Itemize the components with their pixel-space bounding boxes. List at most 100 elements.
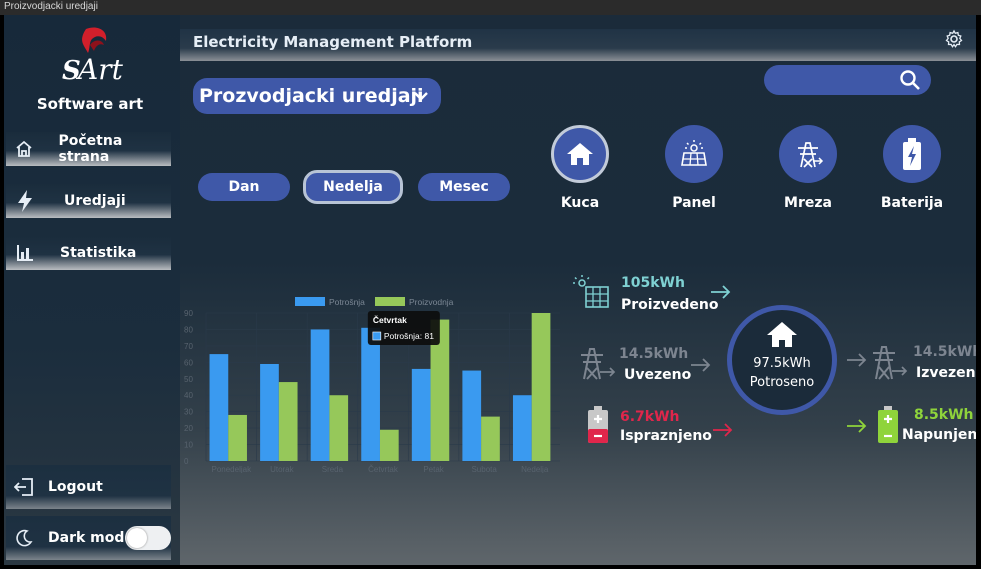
bar-potrošnja [361, 327, 380, 461]
power-tower-icon [581, 348, 616, 380]
sidebar-item-label: Početna strana [58, 133, 123, 165]
period-label: Dan [228, 179, 260, 195]
bar-potrošnja [310, 329, 330, 461]
mode-panel-button[interactable]: Panel [654, 125, 734, 211]
power-tower-icon [873, 346, 908, 380]
arrow-right-icon [847, 419, 867, 433]
energy-bar-chart: Potrošnja Proizvodnja 0 10 20 30 40 50 60 70 80 90 P… [184, 297, 560, 473]
mode-kuca-button[interactable]: Kuca [540, 125, 620, 211]
napunjeno-label: Napunjeno [902, 427, 976, 443]
house-icon [551, 125, 609, 183]
sidebar-item-pocetna-strana[interactable]: Početna strana [6, 132, 171, 166]
svg-text:Art: Art [75, 53, 124, 86]
period-mesec-button[interactable]: Mesec [418, 173, 510, 201]
dark-mode-toggle[interactable] [125, 526, 171, 550]
sidebar-item-label: Statistika [60, 245, 137, 261]
solar-panel-icon [665, 125, 723, 183]
bar-proizvodnja [379, 429, 399, 461]
tooltip-title: Četvrtak [373, 314, 407, 325]
x-tick-label: Četvrtak [368, 465, 399, 473]
x-tick-label: Utorak [270, 465, 295, 473]
gear-icon[interactable] [944, 29, 964, 49]
brand-name: Software art [36, 95, 144, 113]
y-tick-label: 90 [184, 309, 193, 318]
bar-proizvodnja [329, 395, 349, 461]
mode-label: Panel [672, 195, 716, 211]
dark-mode-label: Dark mode [48, 530, 134, 546]
bar-chart-icon [12, 241, 38, 265]
battery-icon [883, 125, 941, 183]
logout-icon [12, 475, 36, 499]
period-dan-button[interactable]: Dan [198, 173, 290, 201]
mode-label: Kuca [560, 195, 600, 211]
ispraznjeno-value: 6.7kWh [620, 409, 680, 425]
device-category-dropdown[interactable]: Prozvodjacki uredjaji [193, 78, 441, 114]
solar-panel-icon [573, 275, 609, 308]
x-tick-label: Petak [423, 465, 444, 473]
logout-button[interactable]: Logout [6, 465, 171, 509]
y-tick-label: 20 [184, 424, 193, 433]
legend-label: Potrošnja [329, 297, 365, 307]
period-label: Mesec [439, 179, 489, 195]
tooltip-value: Potrošnja: 81 [384, 331, 434, 341]
napunjeno-value: 8.5kWh [914, 407, 974, 423]
chevron-down-icon [414, 92, 428, 101]
x-tick-label: Ponedeljak [211, 465, 252, 473]
search-icon[interactable] [899, 69, 921, 91]
mode-label: Baterija [880, 195, 944, 211]
logout-label: Logout [48, 479, 103, 495]
x-tick-label: Sreda [322, 465, 344, 473]
legend-swatch [375, 297, 405, 306]
home-icon [12, 137, 36, 161]
period-nedelja-button[interactable]: Nedelja [303, 170, 403, 204]
sidebar: S Art Software art Početna strana Uredja… [4, 15, 180, 565]
proizvedeno-label: Proizvedeno [621, 297, 719, 313]
mode-label: Mreza [784, 195, 832, 211]
bar-potrošnja [209, 354, 229, 461]
window-title: Proizvodjacki uredjaji [0, 0, 981, 15]
bar-proizvodnja [481, 416, 500, 461]
arrow-right-icon [691, 358, 711, 372]
app-title: Electricity Management Platform [193, 33, 473, 51]
toggle-knob [127, 528, 147, 548]
search-box [764, 65, 931, 95]
y-tick-label: 80 [184, 325, 193, 334]
ispraznjeno-label: Ispraznjeno [620, 428, 712, 444]
y-tick-label: 0 [184, 457, 189, 466]
arrow-right-icon [711, 285, 731, 299]
bar-proizvodnja [531, 313, 551, 461]
period-label: Nedelja [323, 179, 383, 195]
search-input[interactable] [776, 70, 886, 90]
x-tick-label: Subota [471, 465, 497, 473]
y-tick-label: 10 [184, 441, 193, 450]
bar-potrošnja [462, 370, 482, 461]
header-bar: Electricity Management Platform [180, 29, 976, 61]
y-tick-label: 40 [184, 391, 193, 400]
bar-potrošnja [260, 363, 279, 461]
bar-proizvodnja [278, 382, 298, 461]
moon-icon [12, 526, 36, 550]
mode-mreza-button[interactable]: Mreza [768, 125, 848, 211]
house-icon [767, 322, 797, 347]
uvezeno-value: 14.5kWh [619, 346, 689, 362]
battery-full-icon [878, 406, 898, 443]
y-tick-label: 60 [184, 358, 193, 367]
bar-potrošnja [512, 395, 532, 461]
arrow-right-icon [713, 423, 733, 437]
izvezeno-label: Izvezeno [916, 365, 976, 381]
app-window: S Art Software art Početna strana Uredja… [4, 15, 976, 565]
y-tick-label: 70 [184, 342, 193, 351]
battery-low-icon [588, 406, 608, 443]
mode-baterija-button[interactable]: Baterija [872, 125, 952, 211]
bar-proizvodnja [228, 414, 247, 461]
proizvedeno-value: 105kWh [621, 275, 685, 291]
arrow-right-icon [847, 353, 867, 367]
sidebar-item-label: Uredjaji [64, 193, 126, 209]
power-tower-icon [779, 125, 837, 183]
y-tick-label: 50 [184, 375, 193, 384]
bar-potrošnja [411, 368, 431, 461]
consumption-summary: 97.5kWh Potroseno [727, 305, 837, 415]
potroseno-value: 97.5kWh [753, 356, 811, 371]
sidebar-item-statistika[interactable]: Statistika [6, 236, 171, 270]
sidebar-item-uredjaji[interactable]: Uredjaji [6, 184, 171, 218]
